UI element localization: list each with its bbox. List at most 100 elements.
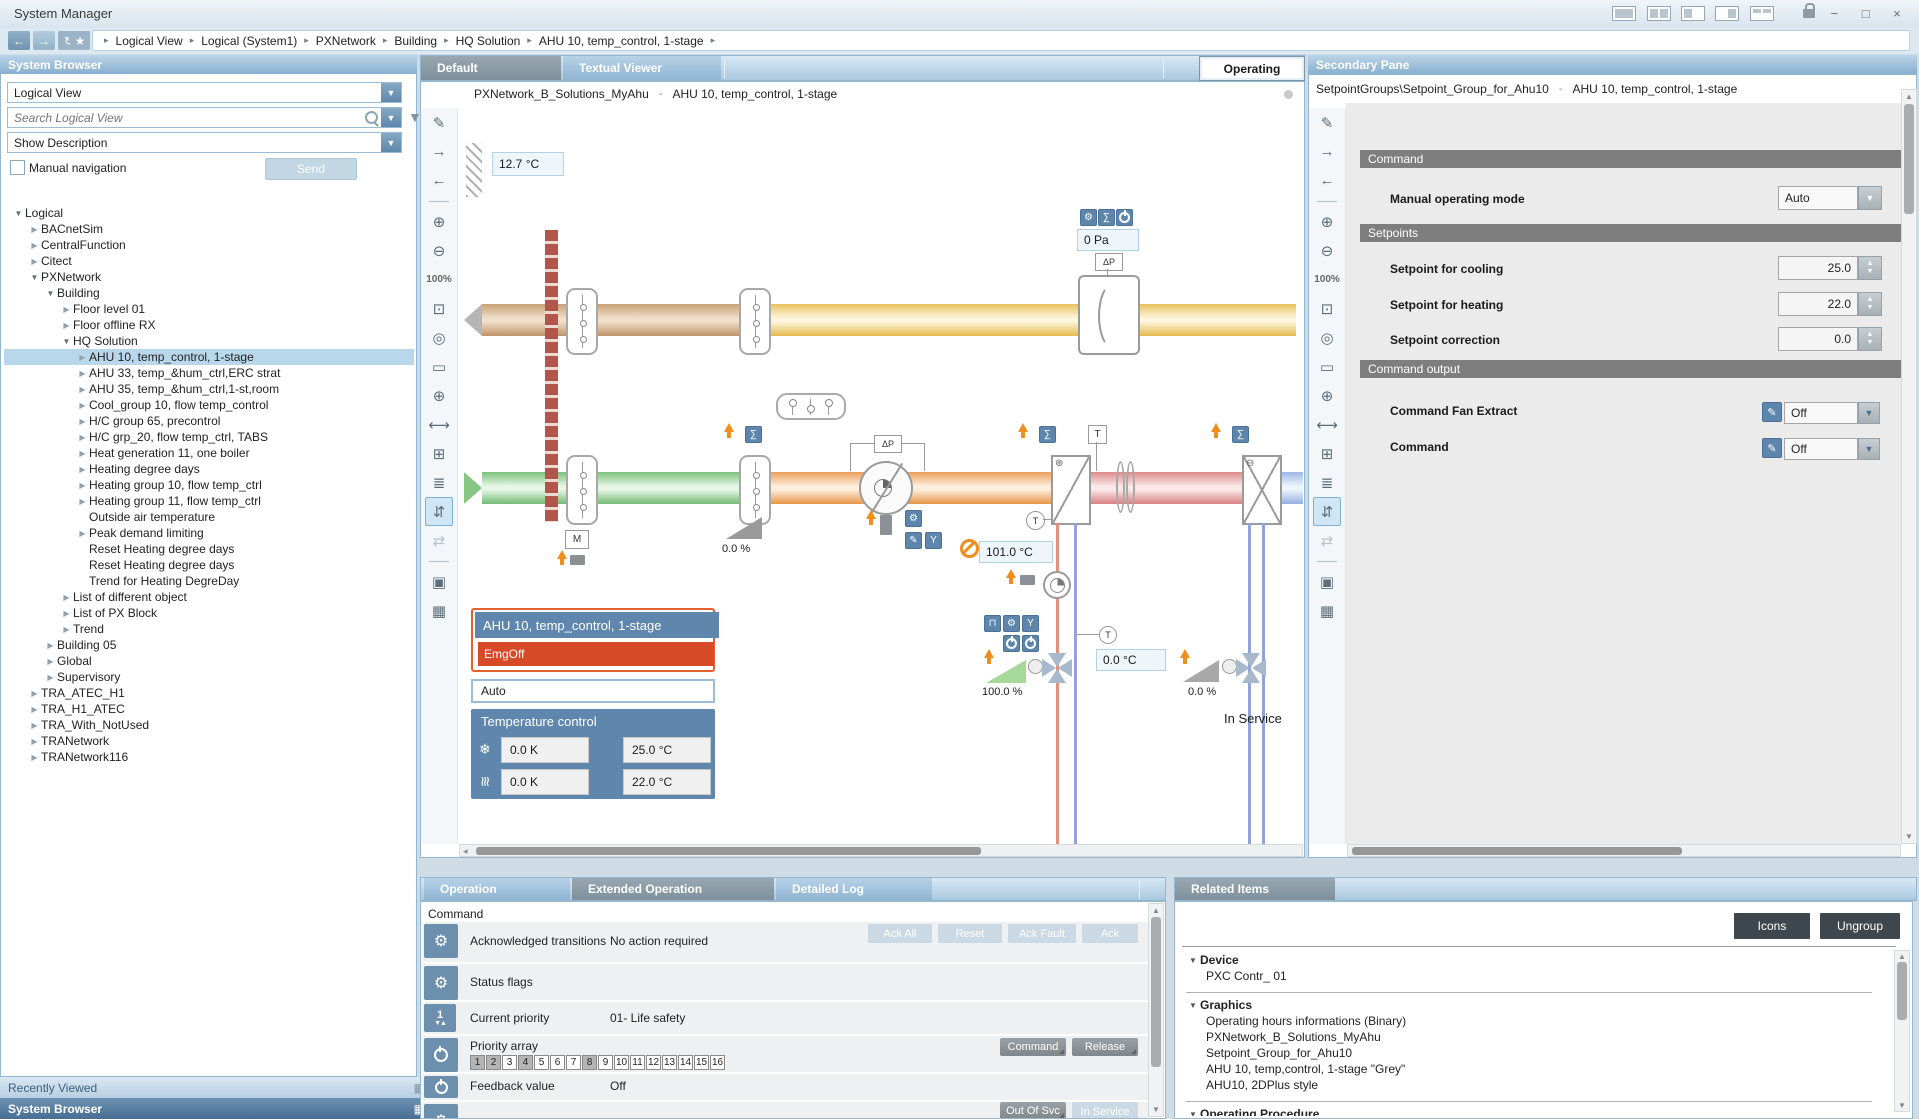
- chevron-down-icon[interactable]: ▼: [1858, 186, 1882, 210]
- coil-return-temp-field[interactable]: 0.0 °C: [1096, 649, 1166, 671]
- in-service-button[interactable]: In Service: [1072, 1102, 1138, 1118]
- layout-grid-icon[interactable]: [1750, 6, 1774, 21]
- tree-item[interactable]: Reset Heating degree days: [4, 557, 414, 573]
- tree-item[interactable]: ▶Heating degree days: [4, 461, 414, 477]
- tree-item[interactable]: ▶Heating group 10, flow temp_ctrl: [4, 477, 414, 493]
- tree-item[interactable]: ▶Trend: [4, 621, 414, 637]
- expander-icon[interactable]: ▶: [60, 625, 73, 634]
- zoom-in-icon[interactable]: ⊕: [425, 207, 453, 236]
- icons-button[interactable]: Icons: [1734, 913, 1810, 939]
- select-rect-icon[interactable]: ▭: [1313, 352, 1341, 381]
- ahu-mode-field[interactable]: Auto: [471, 679, 715, 703]
- sliders-icon[interactable]: ⇵: [1313, 497, 1341, 526]
- power-icon[interactable]: [1003, 635, 1020, 652]
- priority-slot[interactable]: 12: [646, 1055, 661, 1070]
- expander-icon[interactable]: ▼: [1186, 956, 1200, 965]
- expander-icon[interactable]: ▶: [28, 689, 41, 698]
- sum-icon[interactable]: ∑: [1232, 426, 1249, 443]
- zoom-in-icon[interactable]: ⊕: [1313, 207, 1341, 236]
- related-vscrollbar[interactable]: ▲ ▼: [1894, 950, 1910, 1112]
- layout-two-pane-icon[interactable]: [1647, 6, 1671, 21]
- back-icon[interactable]: ←: [1313, 166, 1341, 195]
- pan-icon[interactable]: ⊞: [1313, 439, 1341, 468]
- related-item[interactable]: ▼Operating Procedure: [1186, 1106, 1886, 1116]
- layout-left-pane-icon[interactable]: [1681, 6, 1705, 21]
- power-icon[interactable]: [1022, 635, 1039, 652]
- expander-icon[interactable]: ▼: [1186, 1001, 1200, 1010]
- expander-icon[interactable]: ▼: [44, 289, 57, 298]
- tree-item[interactable]: ▶Citect: [4, 253, 414, 269]
- pressure-field[interactable]: 0 Pa: [1077, 229, 1139, 251]
- ack-fault-button[interactable]: Ack Fault: [1008, 924, 1076, 943]
- heating-deviation-field[interactable]: 0.0 K: [501, 769, 589, 795]
- layout-right-pane-icon[interactable]: [1715, 6, 1739, 21]
- expander-icon[interactable]: ▶: [44, 673, 57, 682]
- toolbar-divider[interactable]: [425, 555, 453, 567]
- priority-slot[interactable]: 7: [566, 1055, 581, 1070]
- system-browser-bar[interactable]: System Browser▦: [0, 1098, 433, 1119]
- minimize-button[interactable]: −: [1822, 6, 1846, 21]
- cooling-setpoint-field[interactable]: 25.0 °C: [623, 737, 711, 763]
- tree-item[interactable]: ▶H/C grp_20, flow temp_ctrl, TABS: [4, 429, 414, 445]
- related-item[interactable]: [1186, 1093, 1872, 1102]
- send-button[interactable]: Send: [265, 158, 357, 180]
- expander-icon[interactable]: ▶: [28, 241, 41, 250]
- tree-item[interactable]: ▼PXNetwork: [4, 269, 414, 285]
- tree-item[interactable]: Reset Heating degree days: [4, 541, 414, 557]
- chevron-down-icon[interactable]: ▼: [381, 108, 401, 127]
- outside-temp-field[interactable]: 12.7 °C: [492, 152, 564, 176]
- reset-button[interactable]: Reset: [938, 924, 1002, 943]
- zoom-out-icon[interactable]: ⊖: [1313, 236, 1341, 265]
- heating-setpoint-field[interactable]: 22.0 °C: [623, 769, 711, 795]
- ungroup-button[interactable]: Ungroup: [1820, 913, 1900, 939]
- related-item[interactable]: AHU 10, temp,control, 1-stage "Grey": [1186, 1061, 1886, 1077]
- fit-view-icon[interactable]: ⊡: [1313, 294, 1341, 323]
- priority-slot[interactable]: 11: [630, 1055, 645, 1070]
- related-item[interactable]: Operating hours informations (Binary): [1186, 1013, 1886, 1029]
- secondary-vscrollbar[interactable]: ▲ ▼: [1901, 89, 1917, 844]
- layers-icon[interactable]: ≣: [1313, 468, 1341, 497]
- cooling-setpoint-input[interactable]: 25.0: [1778, 256, 1858, 280]
- tree-item[interactable]: ▶AHU 33, temp_&hum_ctrl,ERC strat: [4, 365, 414, 381]
- tree-item[interactable]: ▶AHU 35, temp_&hum_ctrl,1-st,room: [4, 381, 414, 397]
- related-item[interactable]: Setpoint_Group_for_Ahu10: [1186, 1045, 1886, 1061]
- chevron-down-icon[interactable]: ▼: [1858, 402, 1880, 424]
- expander-icon[interactable]: ▶: [44, 641, 57, 650]
- viewer-hscrollbar[interactable]: ◂: [459, 844, 1303, 857]
- layout-single-icon[interactable]: [1612, 6, 1636, 21]
- back-icon[interactable]: ←: [425, 166, 453, 195]
- correction-input[interactable]: 0.0: [1778, 327, 1858, 351]
- expander-icon[interactable]: ▶: [76, 497, 89, 506]
- expander-icon[interactable]: ▶: [76, 417, 89, 426]
- fit-width-icon[interactable]: ⟷: [425, 410, 453, 439]
- tree-item[interactable]: ▶Building 05: [4, 637, 414, 653]
- cooling-spinner[interactable]: ▲▼: [1858, 256, 1882, 280]
- fit-view-icon[interactable]: ⊡: [425, 294, 453, 323]
- expander-icon[interactable]: ▶: [76, 353, 89, 362]
- nav-back-button[interactable]: ←: [8, 31, 30, 50]
- zoom-window-icon[interactable]: ◎: [1313, 323, 1341, 352]
- tab-textual-viewer[interactable]: Textual Viewer: [563, 56, 721, 80]
- pencil-icon[interactable]: ✎: [1762, 402, 1782, 422]
- tab-default[interactable]: Default: [421, 56, 561, 80]
- chevron-down-icon[interactable]: ▼: [381, 83, 401, 102]
- pan-icon[interactable]: ⊞: [425, 439, 453, 468]
- supply-temp-field[interactable]: 101.0 °C: [979, 541, 1053, 563]
- tree-item[interactable]: ▼Building: [4, 285, 414, 301]
- expander-icon[interactable]: ▶: [60, 321, 73, 330]
- tab-related-items[interactable]: Related Items: [1175, 878, 1335, 900]
- maximize-button[interactable]: □: [1854, 6, 1878, 21]
- heating-spinner[interactable]: ▲▼: [1858, 292, 1882, 316]
- priority-slot[interactable]: 6: [550, 1055, 565, 1070]
- tree-item[interactable]: ▼Logical: [4, 205, 414, 221]
- power-icon[interactable]: [1116, 209, 1133, 226]
- layers-icon[interactable]: ≣: [425, 468, 453, 497]
- expander-icon[interactable]: ▶: [28, 257, 41, 266]
- toolbar-divider[interactable]: [425, 195, 453, 207]
- expander-icon[interactable]: ▶: [60, 593, 73, 602]
- breadcrumb-item[interactable]: ▸AHU 10, temp_control, 1-stage: [520, 34, 703, 48]
- tab-detailed-log[interactable]: Detailed Log: [776, 878, 932, 900]
- expander-icon[interactable]: ▶: [76, 449, 89, 458]
- tree-item[interactable]: ▶Heat generation 11, one boiler: [4, 445, 414, 461]
- priority-slot[interactable]: 13: [662, 1055, 677, 1070]
